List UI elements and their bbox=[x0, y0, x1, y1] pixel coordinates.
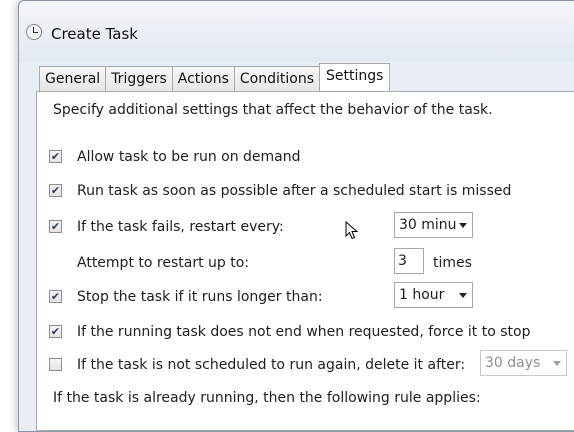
tab-triggers[interactable]: Triggers bbox=[105, 66, 173, 91]
allow-on-demand-checkbox[interactable]: ✔ bbox=[49, 150, 62, 163]
force-stop-label[interactable]: If the running task does not end when re… bbox=[77, 321, 531, 343]
settings-panel: Specify additional settings that affect … bbox=[36, 91, 574, 431]
window-title: Create Task bbox=[51, 25, 138, 43]
stop-if-long-label[interactable]: Stop the task if it runs longer than: bbox=[77, 286, 323, 308]
title-bar[interactable]: Create Task bbox=[19, 1, 574, 61]
tab-general[interactable]: General bbox=[39, 66, 107, 91]
allow-on-demand-label[interactable]: Allow task to be run on demand bbox=[77, 146, 301, 168]
restart-on-fail-label[interactable]: If the task fails, restart every: bbox=[77, 216, 284, 238]
stop-duration-select[interactable]: 1 hour bbox=[394, 282, 473, 308]
tab-strip: General Triggers Actions Conditions Sett… bbox=[39, 63, 391, 91]
stop-duration-value: 1 hour bbox=[399, 287, 445, 303]
restart-on-fail-checkbox[interactable]: ✔ bbox=[49, 220, 62, 233]
restart-interval-value: 30 minu bbox=[399, 217, 457, 233]
force-stop-checkbox[interactable]: ✔ bbox=[49, 325, 62, 338]
tab-actions[interactable]: Actions bbox=[171, 66, 235, 91]
restart-interval-select[interactable]: 30 minu bbox=[394, 212, 473, 238]
mouse-pointer-icon bbox=[345, 221, 359, 240]
chevron-down-icon bbox=[459, 223, 467, 228]
restart-attempts-label: Attempt to restart up to: bbox=[77, 255, 249, 271]
stop-if-long-checkbox[interactable]: ✔ bbox=[49, 290, 62, 303]
create-task-window: Create Task General Triggers Actions Con… bbox=[18, 0, 574, 432]
run-asap-checkbox[interactable]: ✔ bbox=[49, 184, 62, 197]
settings-description: Specify additional settings that affect … bbox=[53, 102, 493, 118]
delete-after-label[interactable]: If the task is not scheduled to run agai… bbox=[77, 354, 465, 376]
running-rule-label: If the task is already running, then the… bbox=[53, 390, 481, 406]
chevron-down-icon bbox=[553, 361, 561, 366]
tab-settings[interactable]: Settings bbox=[319, 63, 391, 91]
delete-after-checkbox[interactable] bbox=[49, 358, 62, 371]
chevron-down-icon bbox=[459, 293, 467, 298]
delete-after-select[interactable]: 30 days bbox=[480, 350, 567, 376]
run-asap-label[interactable]: Run task as soon as possible after a sch… bbox=[77, 180, 511, 202]
tab-conditions[interactable]: Conditions bbox=[233, 66, 321, 91]
delete-after-value: 30 days bbox=[485, 355, 541, 371]
restart-attempts-input[interactable]: 3 bbox=[394, 248, 424, 274]
restart-attempts-unit: times bbox=[433, 255, 472, 271]
clock-icon bbox=[26, 24, 42, 40]
